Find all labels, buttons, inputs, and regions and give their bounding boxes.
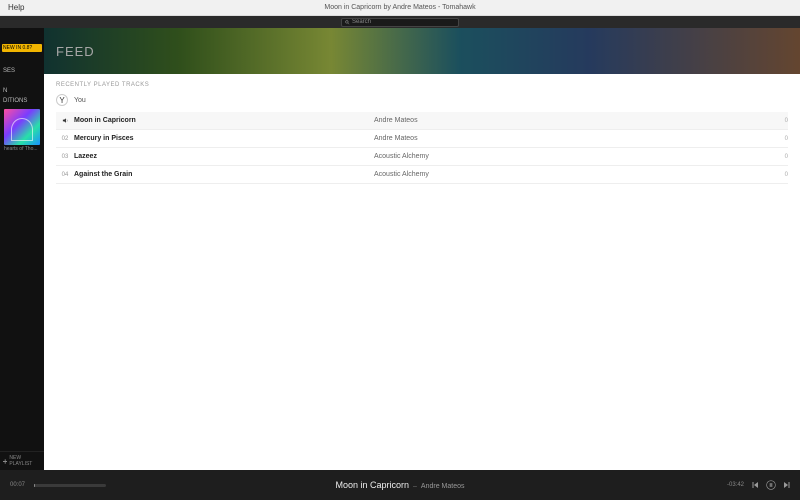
progress-area: 00:07 xyxy=(0,482,106,488)
sidebar-item[interactable]: DITIONS xyxy=(0,96,44,106)
remaining-time: -03:42 xyxy=(727,482,744,488)
tracks-list: Moon in CapricornAndre Mateos002Mercury … xyxy=(44,112,800,184)
track-row[interactable]: 04Against the GrainAcoustic Alchemy0 xyxy=(56,166,788,184)
track-index: 03 xyxy=(56,154,74,160)
elapsed-time: 00:07 xyxy=(10,482,30,488)
sidebar-item[interactable]: SES xyxy=(0,66,44,76)
feed-user-name: You xyxy=(74,97,86,104)
prev-icon xyxy=(751,481,759,489)
next-icon xyxy=(783,481,791,489)
now-playing-artist[interactable]: Andre Mateos xyxy=(421,483,465,490)
seek-bar[interactable] xyxy=(34,484,106,487)
avatar[interactable]: Y xyxy=(56,94,68,106)
window-title: Moon in Capricorn by Andre Mateos - Toma… xyxy=(324,4,475,11)
track-artist: Andre Mateos xyxy=(374,135,770,142)
track-title: Mercury in Pisces xyxy=(74,135,374,142)
track-index: 04 xyxy=(56,172,74,178)
feed-hero: FEED xyxy=(44,28,800,74)
search-icon xyxy=(345,20,350,25)
page-title: FEED xyxy=(56,44,95,59)
create-new-playlist-button[interactable]: NEW PLAYLIST xyxy=(0,451,44,470)
now-playing: Moon in Capricorn – Andre Mateos xyxy=(335,480,464,490)
sidebar-album-title: hearts of Tho... xyxy=(0,146,44,152)
search-input[interactable] xyxy=(352,19,455,25)
create-playlist-label: NEW PLAYLIST xyxy=(9,455,41,467)
track-index: 02 xyxy=(56,136,74,142)
plus-icon xyxy=(3,459,7,464)
track-row[interactable]: 03LazeezAcoustic Alchemy0 xyxy=(56,148,788,166)
pause-icon xyxy=(766,480,776,490)
main-content: FEED RECENTLY PLAYED TRACKS Y You Moon i… xyxy=(44,28,800,470)
menu-help[interactable]: Help xyxy=(8,3,24,12)
track-title: Against the Grain xyxy=(74,171,374,178)
prev-button[interactable] xyxy=(750,480,760,490)
track-row[interactable]: Moon in CapricornAndre Mateos0 xyxy=(56,112,788,130)
search-field-wrap[interactable] xyxy=(341,18,459,27)
sidebar-album-art[interactable] xyxy=(4,109,40,145)
track-duration: 0 xyxy=(770,172,788,178)
menubar: Help Moon in Capricorn by Andre Mateos -… xyxy=(0,0,800,16)
sidebar-item[interactable]: N xyxy=(0,86,44,96)
player-bar: 00:07 Moon in Capricorn – Andre Mateos -… xyxy=(0,470,800,500)
next-button[interactable] xyxy=(782,480,792,490)
track-duration: 0 xyxy=(770,136,788,142)
track-title: Moon in Capricorn xyxy=(74,117,374,124)
track-title: Lazeez xyxy=(74,153,374,160)
speaker-icon xyxy=(62,117,69,124)
feed-user-row: Y You xyxy=(44,92,800,112)
seek-fill xyxy=(34,484,35,487)
track-duration: 0 xyxy=(770,154,788,160)
sidebar-whats-new-badge[interactable]: NEW IN 0.8? xyxy=(2,44,42,52)
toolbar xyxy=(0,16,800,28)
track-artist: Acoustic Alchemy xyxy=(374,153,770,160)
track-artist: Andre Mateos xyxy=(374,117,770,124)
play-pause-button[interactable] xyxy=(766,480,776,490)
track-duration: 0 xyxy=(770,118,788,124)
section-label: RECENTLY PLAYED TRACKS xyxy=(44,74,800,92)
track-row[interactable]: 02Mercury in PiscesAndre Mateos0 xyxy=(56,130,788,148)
sidebar: NEW IN 0.8? SES N DITIONS hearts of Tho.… xyxy=(0,28,44,470)
now-playing-indicator xyxy=(56,117,74,124)
track-artist: Acoustic Alchemy xyxy=(374,171,770,178)
now-playing-song[interactable]: Moon in Capricorn xyxy=(335,480,409,490)
now-playing-dash: – xyxy=(413,483,417,490)
